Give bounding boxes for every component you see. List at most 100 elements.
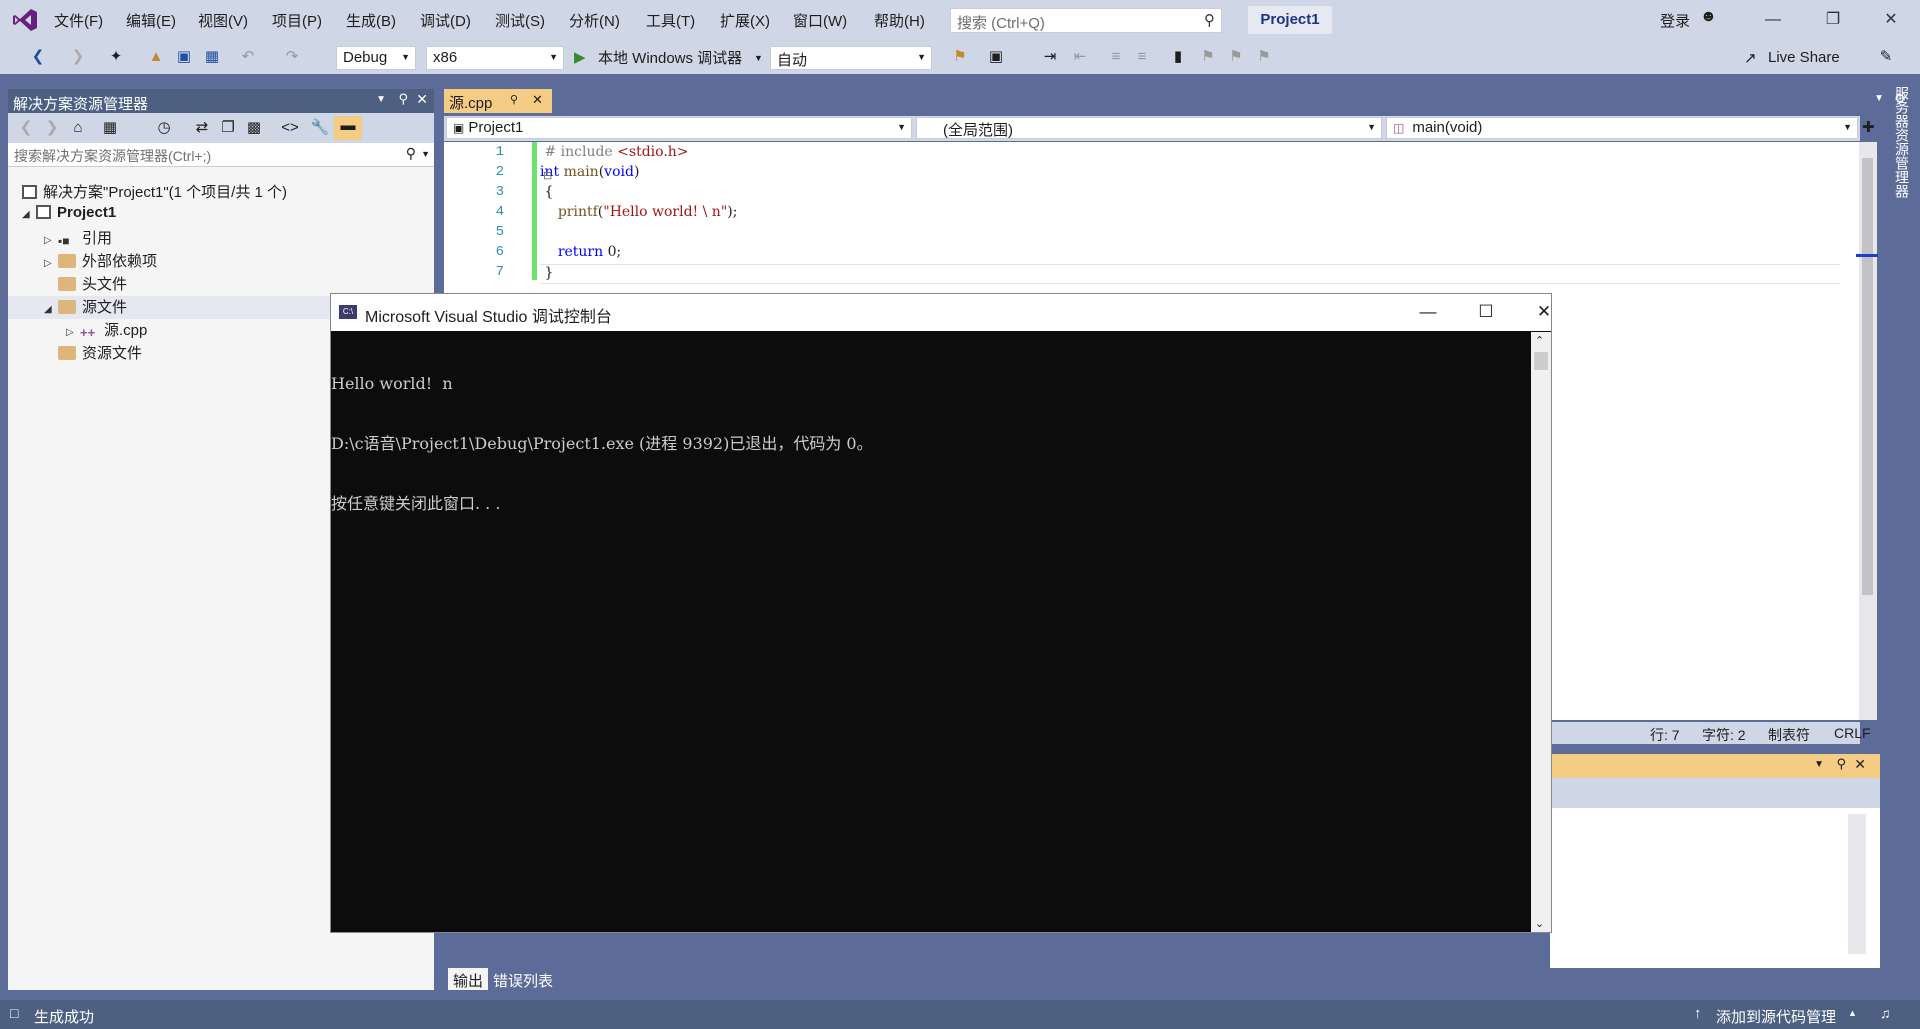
collapsed-icon[interactable]: ▷	[66, 327, 80, 338]
next-bookmark-icon[interactable]: ⚑	[1226, 47, 1246, 67]
menu-extensions[interactable]: 扩展(X)	[720, 10, 770, 31]
forward-icon[interactable]: ❯	[42, 118, 62, 138]
menu-window[interactable]: 窗口(W)	[793, 10, 847, 31]
restore-icon[interactable]: ❐	[1818, 8, 1848, 32]
menu-test[interactable]: 测试(S)	[495, 10, 545, 31]
collapsed-icon[interactable]: ▷	[44, 258, 58, 269]
login-link[interactable]: 登录	[1660, 10, 1690, 31]
minimize-icon[interactable]: —	[1405, 300, 1451, 324]
back-icon[interactable]: ❮	[16, 118, 36, 138]
home-icon[interactable]: ⌂	[68, 118, 88, 138]
run-mode-select[interactable]: 自动 ▼	[770, 46, 932, 70]
tree-item-project[interactable]: ◢ Project1	[8, 204, 434, 227]
menu-help[interactable]: 帮助(H)	[874, 10, 925, 31]
collapse-all-icon[interactable]: ❐	[218, 118, 238, 138]
eol-indicator[interactable]: CRLF	[1834, 725, 1871, 741]
expanded-icon[interactable]: ◢	[22, 209, 36, 220]
solution-search-input[interactable]: 搜索解决方案资源管理器(Ctrl+;) ⚲ ▼	[8, 143, 434, 167]
add-to-source-control-button[interactable]: 添加到源代码管理	[1716, 1006, 1836, 1027]
save-icon[interactable]: ▣	[174, 47, 194, 67]
chevron-down-icon[interactable]: ▼	[1814, 759, 1824, 770]
menu-build[interactable]: 生成(B)	[346, 10, 396, 31]
menu-debug[interactable]: 调试(D)	[420, 10, 471, 31]
code-view-icon[interactable]: <>	[280, 118, 300, 138]
pin-icon[interactable]: ⚲	[398, 91, 408, 107]
uncomment-icon[interactable]: ≡	[1132, 47, 1152, 67]
scroll-down-icon[interactable]: ⌄	[1535, 917, 1544, 930]
tree-item-references[interactable]: ▷ ▪■ 引用	[8, 227, 434, 250]
tab-source-cpp[interactable]: 源.cpp ⚲ ✕	[444, 89, 552, 113]
close-icon[interactable]: ✕	[1876, 8, 1906, 32]
line-indicator[interactable]: 行: 7	[1650, 725, 1680, 745]
console-scrollbar[interactable]: ⌃ ⌄	[1531, 332, 1551, 932]
tab-error-list[interactable]: 错误列表	[488, 968, 558, 990]
pending-changes-icon[interactable]: ◷	[154, 118, 174, 138]
sync-icon[interactable]: ⇄	[192, 118, 212, 138]
close-icon[interactable]: ✕	[532, 92, 543, 108]
start-debugging-button[interactable]: 本地 Windows 调试器	[598, 47, 742, 68]
clear-bookmarks-icon[interactable]: ⚑	[1254, 47, 1274, 67]
nav-project-select[interactable]: ▣ Project1 ▼	[446, 117, 912, 139]
close-icon[interactable]: ✕	[1521, 300, 1567, 324]
comment-icon[interactable]: ≡	[1106, 47, 1126, 67]
step-icon[interactable]: ⇥	[1040, 47, 1060, 67]
play-icon[interactable]: ▶	[574, 48, 586, 66]
new-project-icon[interactable]: ✦	[106, 47, 126, 67]
undo-icon[interactable]: ↶	[238, 47, 258, 67]
close-icon[interactable]: ✕	[1854, 756, 1866, 773]
expanded-icon[interactable]: ◢	[44, 304, 58, 315]
minimize-icon[interactable]: —	[1758, 8, 1788, 32]
menu-view[interactable]: 视图(V)	[198, 10, 248, 31]
output-scrollbar[interactable]	[1848, 814, 1866, 954]
console-scroll-thumb[interactable]	[1534, 352, 1548, 370]
tab-output[interactable]: 输出	[448, 968, 489, 990]
menu-file[interactable]: 文件(F)	[54, 10, 103, 31]
forward-icon[interactable]: ❯	[68, 47, 88, 67]
tree-item-solution[interactable]: 解决方案"Project1"(1 个项目/共 1 个)	[8, 181, 434, 204]
chevron-up-icon[interactable]: ▲	[1848, 1008, 1857, 1018]
tree-item-external-deps[interactable]: ▷ 外部依赖项	[8, 250, 434, 273]
screen-icon[interactable]: ▣	[986, 47, 1006, 67]
bookmark-icon[interactable]: ▮	[1168, 47, 1188, 67]
show-all-files-icon[interactable]: ▩	[244, 118, 264, 138]
menu-edit[interactable]: 编辑(E)	[126, 10, 176, 31]
live-share-button[interactable]: Live Share	[1768, 49, 1840, 66]
menu-project[interactable]: 项目(P)	[272, 10, 322, 31]
split-icon[interactable]: ✚	[1862, 118, 1875, 136]
menu-tools[interactable]: 工具(T)	[646, 10, 695, 31]
feedback-icon[interactable]: ✎	[1876, 47, 1896, 67]
nav-member-select[interactable]: ◫ main(void) ▼	[1386, 117, 1858, 139]
chevron-down-icon[interactable]: ▼	[376, 94, 386, 105]
output-panel-body[interactable]	[1550, 808, 1880, 970]
properties-icon[interactable]: 🔧	[310, 118, 330, 138]
debug-console-window[interactable]: C:\ Microsoft Visual Studio 调试控制台 — ☐ ✕ …	[330, 293, 1552, 933]
menu-analyze[interactable]: 分析(N)	[569, 10, 620, 31]
chevron-down-icon[interactable]: ▼	[421, 149, 430, 159]
indent-indicator[interactable]: 制表符	[1768, 725, 1810, 745]
pin-icon[interactable]: ⚲	[510, 93, 518, 106]
step-out-icon[interactable]: ⇤	[1070, 47, 1090, 67]
config-select[interactable]: Debug ▼	[336, 46, 416, 70]
switch-views-icon[interactable]: ▦	[100, 118, 120, 138]
chevron-down-icon[interactable]: ▼	[754, 53, 763, 63]
char-indicator[interactable]: 字符: 2	[1702, 725, 1746, 745]
user-add-icon[interactable]: ☻	[1700, 8, 1717, 26]
bell-icon[interactable]: ♫	[1880, 1005, 1891, 1021]
scroll-up-icon[interactable]: ⌃	[1535, 334, 1544, 347]
collapse-outline-icon[interactable]: ⊟	[543, 169, 552, 182]
maximize-icon[interactable]: ☐	[1463, 300, 1509, 324]
prev-bookmark-icon[interactable]: ⚑	[1198, 47, 1218, 67]
editor-scroll-thumb[interactable]	[1862, 158, 1873, 595]
open-folder-icon[interactable]: ▲	[146, 47, 166, 67]
close-icon[interactable]: ✕	[416, 91, 428, 108]
server-explorer-tab[interactable]: 服务器资源管理器	[1884, 82, 1920, 202]
redo-icon[interactable]: ↷	[282, 47, 302, 67]
collapsed-icon[interactable]: ▷	[44, 235, 58, 246]
platform-select[interactable]: x86 ▼	[426, 46, 564, 70]
preview-icon[interactable]: ▬	[334, 116, 362, 140]
chevron-down-icon[interactable]: ▼	[1874, 93, 1884, 104]
save-all-icon[interactable]: ▦	[202, 47, 222, 67]
back-icon[interactable]: ❮	[28, 47, 48, 67]
find-in-files-icon[interactable]: ⚑	[950, 47, 970, 67]
search-input[interactable]: 搜索 (Ctrl+Q) ⚲	[950, 8, 1222, 33]
